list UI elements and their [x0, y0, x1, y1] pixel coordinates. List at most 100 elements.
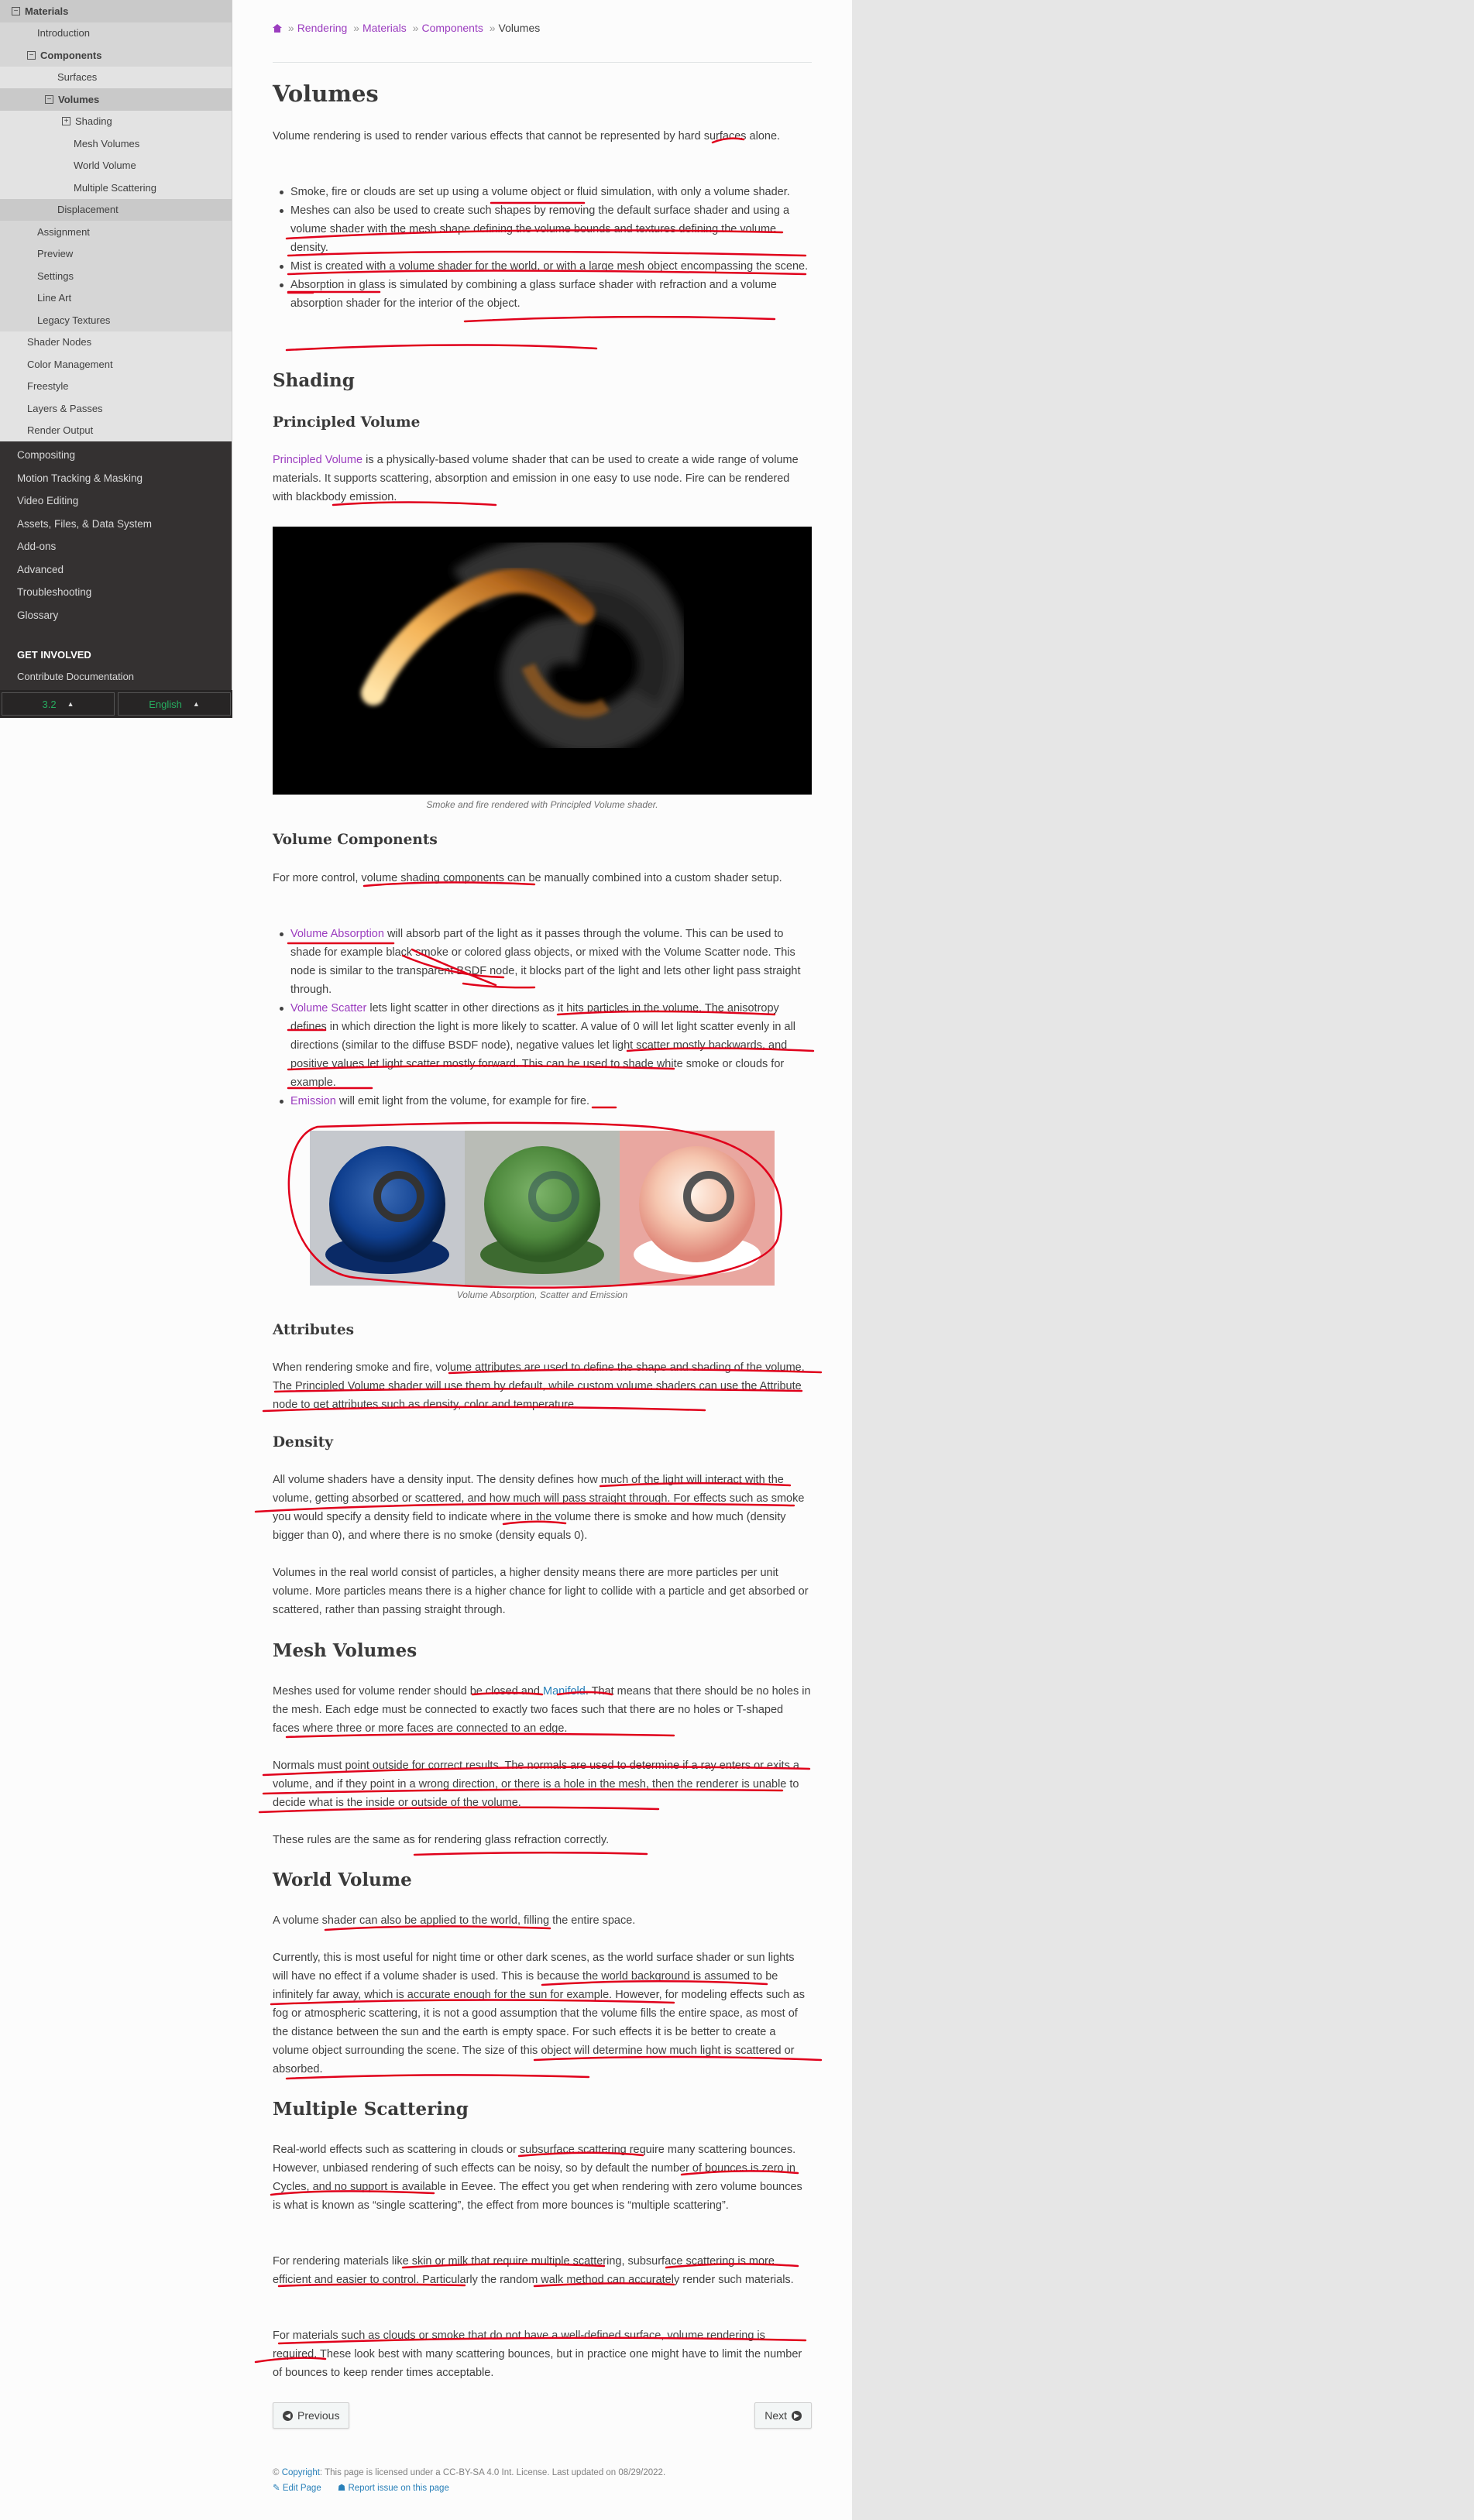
- principled-volume-link[interactable]: Principled Volume: [273, 454, 362, 466]
- smoke-fire-image: [273, 527, 812, 795]
- language-button[interactable]: English ▲: [118, 692, 231, 716]
- sidebar-top-item[interactable]: Troubleshooting: [0, 581, 232, 604]
- sidebar-item[interactable]: Settings: [0, 265, 232, 287]
- sidebar-item[interactable]: Freestyle: [0, 375, 232, 397]
- list-item: Meshes can also be used to create such s…: [273, 201, 812, 257]
- footer-links: ✎ Edit Page ☗ Report issue on this page: [273, 2481, 812, 2496]
- next-button[interactable]: Next ▶: [754, 2402, 812, 2429]
- home-icon[interactable]: [273, 24, 282, 33]
- sidebar-item[interactable]: Introduction: [0, 22, 232, 44]
- breadcrumb-link-components[interactable]: Components: [421, 22, 483, 34]
- volume-spheres-caption: Volume Absorption, Scatter and Emission: [456, 1289, 628, 1300]
- multiple-scattering-paragraph-1: Real-world effects such as scattering in…: [273, 2144, 802, 2212]
- sidebar-item[interactable]: World Volume: [0, 154, 232, 177]
- sidebar-item[interactable]: Shader Nodes: [0, 331, 232, 353]
- sidebar-item[interactable]: − Materials: [0, 0, 232, 22]
- caret-up-icon: ▲: [192, 700, 200, 708]
- version-button[interactable]: 3.2 ▲: [2, 692, 115, 716]
- section-heading-world-volume: World Volume: [273, 1869, 412, 1890]
- multiple-scattering-paragraph-3: For materials such as clouds or smoke th…: [273, 2329, 802, 2379]
- subsection-heading-volume-components: Volume Components: [273, 832, 438, 848]
- list-item: Emission will emit light from the volume…: [273, 1092, 812, 1111]
- volume-absorption-link[interactable]: Volume Absorption: [290, 928, 384, 940]
- list-item: Smoke, fire or clouds are set up using a…: [273, 183, 812, 201]
- sidebar-toc-top-level: Compositing Motion Tracking & Masking Vide…: [0, 441, 232, 627]
- sidebar-toc-current: − Materials Introduction − Components Surface…: [0, 0, 232, 441]
- sidebar-item[interactable]: Layers & Passes: [0, 397, 232, 420]
- breadcrumb-link-rendering[interactable]: Rendering: [297, 22, 348, 34]
- manifold-link[interactable]: Manifold: [543, 1685, 586, 1698]
- contribute-documentation-link[interactable]: Contribute Documentation: [0, 665, 232, 687]
- principled-paragraph: Principled Volume is a physically-based …: [273, 454, 799, 503]
- sidebar-item-label: Shader Nodes: [27, 336, 92, 348]
- sidebar-item-label: Mesh Volumes: [74, 137, 140, 149]
- sidebar-item[interactable]: Mesh Volumes: [0, 132, 232, 155]
- sidebar-top-item[interactable]: Add-ons: [0, 535, 232, 558]
- version-switcher-bar: 3.2 ▲ English ▲: [0, 690, 232, 718]
- density-paragraph-1: All volume shaders have a density input.…: [273, 1474, 805, 1542]
- sidebar-item[interactable]: − Volumes: [0, 88, 232, 111]
- collapse-icon[interactable]: −: [12, 6, 20, 15]
- sidebar-item[interactable]: Render Output: [0, 419, 232, 441]
- sidebar-item[interactable]: Line Art: [0, 287, 232, 309]
- subsection-heading-principled-volume: Principled Volume: [273, 414, 421, 431]
- sidebar-item[interactable]: + Shading: [0, 110, 232, 132]
- breadcrumb-link-materials[interactable]: Materials: [362, 22, 407, 34]
- sidebar-top-item[interactable]: Advanced: [0, 558, 232, 582]
- arrow-right-circle-icon: ▶: [792, 2410, 802, 2421]
- breadcrumb: » Rendering » Materials » Components » Volum…: [273, 22, 540, 34]
- section-heading-mesh-volumes: Mesh Volumes: [273, 1640, 417, 1661]
- sidebar-item[interactable]: Surfaces: [0, 66, 232, 88]
- sidebar-item-label: Legacy Textures: [37, 314, 111, 326]
- sidebar-item[interactable]: Legacy Textures: [0, 309, 232, 331]
- expand-icon[interactable]: +: [62, 117, 70, 126]
- smoke-fire-caption: Smoke and fire rendered with Principled …: [426, 799, 658, 810]
- sidebar-item[interactable]: Assignment: [0, 221, 232, 243]
- copyright-link[interactable]: Copyright: [282, 2468, 320, 2477]
- sidebar-item[interactable]: Displacement: [0, 198, 232, 221]
- sidebar-item-label: Displacement: [57, 204, 119, 216]
- version-label: 3.2: [42, 698, 57, 710]
- sidebar-item-label: Introduction: [37, 27, 90, 39]
- world-volume-paragraph-2: Currently, this is most useful for night…: [273, 1952, 805, 2075]
- volume-spheres-render: [310, 1131, 775, 1286]
- sidebar-item-label: Surfaces: [57, 71, 98, 84]
- edit-page-link[interactable]: ✎ Edit Page: [273, 2484, 321, 2493]
- sidebar-item-label: Settings: [37, 270, 74, 282]
- sidebar-item-label: Shading: [75, 115, 112, 128]
- breadcrumb-divider: [273, 62, 812, 63]
- sidebar-item-label: Freestyle: [27, 380, 69, 393]
- volume-scatter-link[interactable]: Volume Scatter: [290, 1002, 366, 1015]
- collapse-icon[interactable]: −: [45, 94, 53, 104]
- sidebar-item-label: Materials: [25, 5, 69, 17]
- previous-button[interactable]: ◀ Previous: [273, 2402, 350, 2429]
- emission-link[interactable]: Emission: [290, 1095, 336, 1107]
- arrow-left-circle-icon: ◀: [283, 2410, 293, 2421]
- sidebar-item-label: Volumes: [58, 93, 100, 105]
- page-title: Volumes: [273, 81, 379, 107]
- subsection-heading-density: Density: [273, 1434, 334, 1451]
- sidebar-top-item[interactable]: Compositing: [0, 444, 232, 467]
- sidebar-item[interactable]: Multiple Scattering: [0, 177, 232, 199]
- main-content: » Rendering » Materials » Components » Volum…: [232, 0, 852, 2520]
- footer: © Copyright: This page is licensed under…: [273, 2465, 812, 2496]
- sidebar-top-item[interactable]: Glossary: [0, 604, 232, 627]
- sidebar-top-item[interactable]: Video Editing: [0, 489, 232, 513]
- report-issue-link[interactable]: ☗ Report issue on this page: [338, 2484, 449, 2493]
- sidebar-item-label: World Volume: [74, 160, 136, 172]
- sidebar-item[interactable]: − Components: [0, 44, 232, 67]
- sidebar-item[interactable]: Color Management: [0, 353, 232, 376]
- sidebar-top-item[interactable]: Assets, Files, & Data System: [0, 513, 232, 536]
- sidebar-item-label: Color Management: [27, 358, 113, 370]
- sidebar-item-label: Layers & Passes: [27, 402, 103, 414]
- intro-paragraph: Volume rendering is used to render vario…: [273, 130, 781, 142]
- sidebar-item[interactable]: Preview: [0, 242, 232, 265]
- components-list: Volume Absorption will absorb part of th…: [273, 925, 812, 1111]
- page-background-right: [852, 0, 1474, 2520]
- footer-license: © Copyright: This page is licensed under…: [273, 2468, 666, 2477]
- bug-icon: ☗: [337, 2484, 346, 2493]
- sidebar-top-item[interactable]: Motion Tracking & Masking: [0, 467, 232, 490]
- sidebar: − Materials Introduction − Components Surface…: [0, 0, 232, 718]
- world-volume-paragraph-1: A volume shader can also be applied to t…: [273, 1914, 636, 1927]
- collapse-icon[interactable]: −: [27, 50, 36, 60]
